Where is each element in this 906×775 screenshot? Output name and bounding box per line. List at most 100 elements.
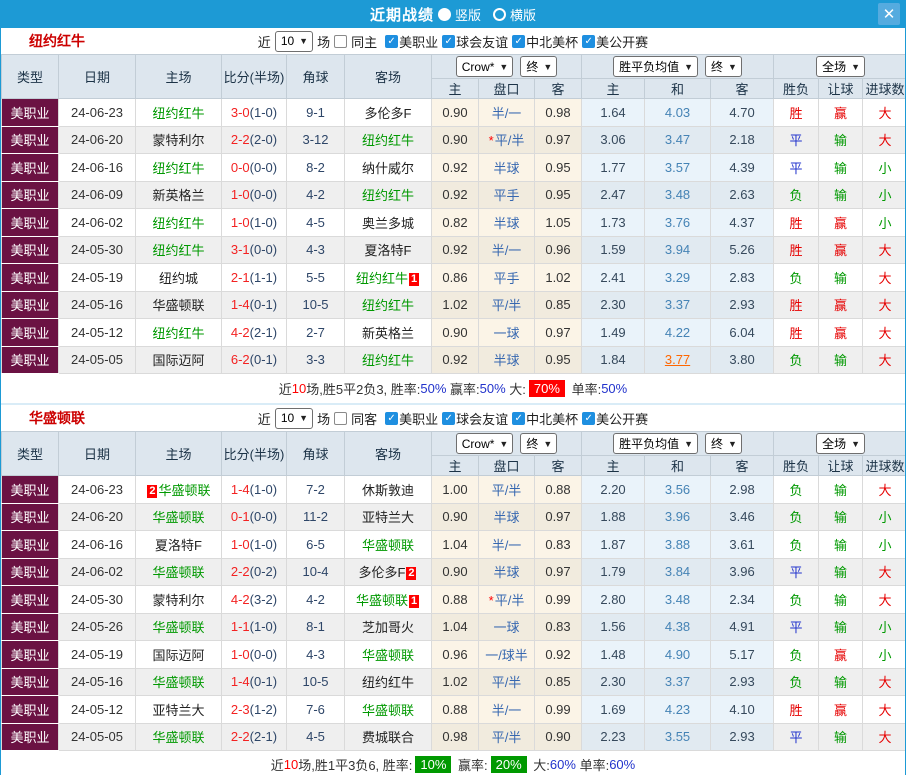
date-cell: 24-05-05 [59, 723, 136, 751]
league-checkbox[interactable]: ✓ [512, 412, 525, 425]
col-header: 日期 [59, 432, 136, 476]
handicap-away-odds-cell: 0.97 [535, 126, 582, 154]
odds-company-select[interactable]: Crow*▼ [456, 56, 514, 77]
league-checkbox[interactable]: ✓ [442, 412, 455, 425]
league-checkbox[interactable]: ✓ [442, 35, 455, 48]
result-cell: 负 [774, 531, 819, 559]
sub-header: 客 [711, 79, 774, 99]
result-cell: 胜 [774, 696, 819, 724]
result-cell: 平 [774, 558, 819, 586]
games-count-select[interactable]: 10▼ [275, 31, 313, 52]
goals-result-cell: 小 [863, 181, 906, 209]
goals-result-cell: 大 [863, 558, 906, 586]
league-checkbox[interactable]: ✓ [582, 412, 595, 425]
match-row: 美职业24-06-20华盛顿联0-1(0-0)11-2亚特兰大0.90半球0.9… [2, 503, 906, 531]
league-cell: 美职业 [2, 668, 59, 696]
summary-segment: 10 [292, 381, 306, 396]
col-header: 主场 [136, 432, 222, 476]
league-cell: 美职业 [2, 723, 59, 751]
corner-cell: 3-3 [287, 346, 345, 374]
avg-odds-select[interactable]: 胜平负均值▼ [613, 56, 698, 77]
league-filter-item: ✓美公开赛 [582, 32, 648, 51]
scope-select[interactable]: 全场▼ [816, 56, 865, 77]
league-cell: 美职业 [2, 236, 59, 264]
avg-draw-cell: 3.48 [645, 586, 711, 614]
layout-radio-horizontal[interactable]: 横版 [493, 5, 536, 24]
league-label: 美公开赛 [596, 32, 648, 51]
summary-segment: 50% [480, 381, 506, 396]
avg-odds-select[interactable]: 胜平负均值▼ [613, 433, 698, 454]
home-team-cell: 华盛顿联 [136, 291, 222, 319]
handicap-line-cell: 平/半 [479, 476, 535, 504]
match-row: 美职业24-06-20蒙特利尔2-2(2-0)3-12纽约红牛0.90*平/半0… [2, 126, 906, 154]
league-cell: 美职业 [2, 181, 59, 209]
avg-stage-select[interactable]: 终▼ [705, 433, 742, 454]
asian-result-cell: 输 [819, 264, 863, 292]
sub-header: 胜负 [774, 79, 819, 99]
result-cell: 胜 [774, 291, 819, 319]
same-venue-checkbox[interactable] [334, 412, 347, 425]
match-row: 美职业24-06-16夏洛特F1-0(1-0)6-5华盛顿联1.04半/一0.8… [2, 531, 906, 559]
date-cell: 24-05-12 [59, 319, 136, 347]
corner-cell: 4-3 [287, 641, 345, 669]
handicap-home-odds-cell: 0.96 [432, 641, 479, 669]
avg-stage-select[interactable]: 终▼ [705, 56, 742, 77]
handicap-home-odds-cell: 0.82 [432, 209, 479, 237]
avg-draw-cell: 3.76 [645, 209, 711, 237]
result-cell: 胜 [774, 319, 819, 347]
score-cell: 2-2(0-2) [222, 558, 287, 586]
avg-draw-cell: 4.22 [645, 319, 711, 347]
odds-stage-select[interactable]: 终▼ [520, 56, 557, 77]
chevron-down-icon: ▼ [684, 62, 693, 72]
league-checkbox[interactable]: ✓ [512, 35, 525, 48]
score-cell: 2-1(1-1) [222, 264, 287, 292]
league-cell: 美职业 [2, 291, 59, 319]
away-team-cell: 纽约红牛 [345, 181, 432, 209]
scope-select[interactable]: 全场▼ [816, 433, 865, 454]
score-cell: 1-4(0-1) [222, 668, 287, 696]
home-team-cell: 纽约红牛 [136, 319, 222, 347]
league-checkbox[interactable]: ✓ [385, 35, 398, 48]
avg-away-cell: 4.70 [711, 99, 774, 127]
matches-table: 类型 日期 主场 比分(半场) 角球 客场 Crow*▼ 终▼ [1, 54, 906, 374]
result-cell: 平 [774, 723, 819, 751]
away-team-cell: 纳什威尔 [345, 154, 432, 182]
corner-cell: 3-12 [287, 126, 345, 154]
handicap-home-odds-cell: 0.90 [432, 99, 479, 127]
close-button[interactable]: ✕ [878, 3, 900, 25]
chevron-down-icon: ▼ [299, 413, 308, 423]
asian-result-cell: 输 [819, 586, 863, 614]
games-count-select[interactable]: 10▼ [275, 408, 313, 429]
away-team-cell: 纽约红牛1 [345, 264, 432, 292]
odds-company-select[interactable]: Crow*▼ [456, 433, 514, 454]
corner-cell: 10-5 [287, 668, 345, 696]
away-team-cell: 费城联合 [345, 723, 432, 751]
handicap-home-odds-cell: 1.02 [432, 291, 479, 319]
layout-radio-vertical[interactable]: 竖版 [438, 5, 481, 24]
corner-cell: 10-5 [287, 291, 345, 319]
col-header: 比分(半场) [222, 432, 287, 476]
handicap-home-odds-cell: 0.88 [432, 696, 479, 724]
handicap-away-odds-cell: 0.99 [535, 586, 582, 614]
avg-away-cell: 5.17 [711, 641, 774, 669]
sub-header: 让球 [819, 79, 863, 99]
summary-segment: 60% [609, 757, 635, 772]
league-checkbox[interactable]: ✓ [582, 35, 595, 48]
away-team-cell: 奥兰多城 [345, 209, 432, 237]
score-cell: 1-0(0-0) [222, 641, 287, 669]
matches-tbody: 美职业24-06-232华盛顿联1-4(1-0)7-2休斯敦迪1.00平/半0.… [2, 476, 906, 751]
handicap-away-odds-cell: 0.97 [535, 503, 582, 531]
league-cell: 美职业 [2, 641, 59, 669]
same-venue-checkbox[interactable] [334, 35, 347, 48]
odds-stage-select[interactable]: 终▼ [520, 433, 557, 454]
handicap-line-cell: 半/一 [479, 696, 535, 724]
chevron-down-icon: ▼ [728, 439, 737, 449]
league-filter-item: ✓球会友谊 [442, 32, 508, 51]
avg-draw-cell: 3.94 [645, 236, 711, 264]
league-filter-list: ✓美职业✓球会友谊✓中北美杯✓美公开赛 [381, 32, 648, 51]
col-header: 角球 [287, 55, 345, 99]
corner-cell: 7-2 [287, 476, 345, 504]
match-row: 美职业24-05-16华盛顿联1-4(0-1)10-5纽约红牛1.02平/半0.… [2, 668, 906, 696]
sub-header: 胜负 [774, 456, 819, 476]
league-checkbox[interactable]: ✓ [385, 412, 398, 425]
